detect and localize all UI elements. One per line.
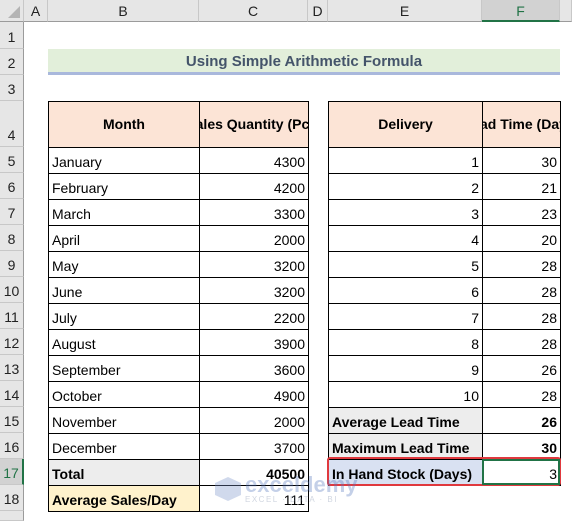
sales-quantity-cell[interactable]: 2200 (199, 303, 309, 330)
sheet-title: Using Simple Arithmetic Formula (48, 49, 560, 75)
lead-time-cell[interactable]: 26 (482, 355, 561, 382)
row-header-18[interactable]: 18 (0, 485, 24, 511)
column-header-G-partial[interactable] (560, 0, 572, 22)
column-header-D[interactable]: D (308, 0, 328, 22)
delivery-cell[interactable]: 5 (328, 251, 483, 278)
average-lead-time-label[interactable]: Average Lead Time (328, 407, 483, 434)
sales-quantity-cell[interactable]: 2000 (199, 407, 309, 434)
sales-quantity-cell[interactable]: 3900 (199, 329, 309, 356)
delivery-cell[interactable]: 4 (328, 225, 483, 252)
row-header-17[interactable]: 17 (0, 459, 24, 485)
column-header-B[interactable]: B (48, 0, 199, 22)
sales-quantity-cell[interactable]: 2000 (199, 225, 309, 252)
row-header-14[interactable]: 14 (0, 381, 24, 407)
total-value[interactable]: 40500 (199, 459, 309, 486)
select-all-corner[interactable] (0, 0, 24, 22)
month-cell[interactable]: September (48, 355, 200, 382)
month-cell[interactable]: November (48, 407, 200, 434)
lead-time-cell[interactable]: 30 (482, 147, 561, 174)
delivery-cell[interactable]: 2 (328, 173, 483, 200)
lead-time-cell[interactable]: 23 (482, 199, 561, 226)
month-cell[interactable]: July (48, 303, 200, 330)
month-cell[interactable]: April (48, 225, 200, 252)
sales-quantity-cell[interactable]: 3700 (199, 433, 309, 460)
row-header-7[interactable]: 7 (0, 199, 24, 225)
row-header-6[interactable]: 6 (0, 173, 24, 199)
row-header-3[interactable]: 3 (0, 75, 24, 101)
delivery-cell[interactable]: 10 (328, 381, 483, 408)
lead-time-cell[interactable]: 28 (482, 381, 561, 408)
delivery-cell[interactable]: 9 (328, 355, 483, 382)
row-header-5[interactable]: 5 (0, 147, 24, 173)
row-header-8[interactable]: 8 (0, 225, 24, 251)
delivery-cell[interactable]: 8 (328, 329, 483, 356)
month-cell[interactable]: March (48, 199, 200, 226)
month-cell[interactable]: December (48, 433, 200, 460)
sales-quantity-cell[interactable]: 3200 (199, 277, 309, 304)
delivery-cell[interactable]: 7 (328, 303, 483, 330)
sales-quantity-cell[interactable]: 4900 (199, 381, 309, 408)
lead-time-cell[interactable]: 20 (482, 225, 561, 252)
sales-quantity-cell[interactable]: 3200 (199, 251, 309, 278)
row-header-16[interactable]: 16 (0, 433, 24, 459)
sales-quantity-cell[interactable]: 3600 (199, 355, 309, 382)
average-sales-label[interactable]: Average Sales/Day (48, 485, 200, 512)
maximum-lead-time-value[interactable]: 30 (482, 433, 561, 460)
column-header-A[interactable]: A (24, 0, 48, 22)
maximum-lead-time-label[interactable]: Maximum Lead Time (328, 433, 483, 460)
month-cell[interactable]: January (48, 147, 200, 174)
total-label[interactable]: Total (48, 459, 200, 486)
row-header-19-partial[interactable] (0, 511, 24, 521)
in-hand-stock-value[interactable]: 3 (482, 459, 561, 486)
row-header-2[interactable]: 2 (0, 49, 24, 75)
average-lead-time-value[interactable]: 26 (482, 407, 561, 434)
row-header-15[interactable]: 15 (0, 407, 24, 433)
lead-time-cell[interactable]: 28 (482, 251, 561, 278)
delivery-cell[interactable]: 6 (328, 277, 483, 304)
header-sales-quantity[interactable]: Sales Quantity (Pcs) (199, 101, 309, 148)
row-header-10[interactable]: 10 (0, 277, 24, 303)
sales-quantity-cell[interactable]: 3300 (199, 199, 309, 226)
month-cell[interactable]: August (48, 329, 200, 356)
delivery-cell[interactable]: 3 (328, 199, 483, 226)
header-lead-time[interactable]: Lead Time (Days) (482, 101, 561, 148)
month-cell[interactable]: June (48, 277, 200, 304)
lead-time-cell[interactable]: 28 (482, 303, 561, 330)
column-header-F[interactable]: F (482, 0, 560, 22)
average-sales-value[interactable]: 111 (199, 485, 309, 512)
lead-time-cell[interactable]: 21 (482, 173, 561, 200)
row-header-4[interactable]: 4 (0, 101, 24, 147)
sales-quantity-cell[interactable]: 4200 (199, 173, 309, 200)
column-header-C[interactable]: C (199, 0, 308, 22)
in-hand-stock-label[interactable]: In Hand Stock (Days) (328, 459, 483, 486)
delivery-cell[interactable]: 1 (328, 147, 483, 174)
row-header-1[interactable]: 1 (0, 22, 24, 49)
row-header-9[interactable]: 9 (0, 251, 24, 277)
lead-time-cell[interactable]: 28 (482, 329, 561, 356)
row-header-11[interactable]: 11 (0, 303, 24, 329)
month-cell[interactable]: February (48, 173, 200, 200)
sales-quantity-cell[interactable]: 4300 (199, 147, 309, 174)
lead-time-cell[interactable]: 28 (482, 277, 561, 304)
row-header-12[interactable]: 12 (0, 329, 24, 355)
header-delivery[interactable]: Delivery (328, 101, 483, 148)
row-header-13[interactable]: 13 (0, 355, 24, 381)
month-cell[interactable]: October (48, 381, 200, 408)
month-cell[interactable]: May (48, 251, 200, 278)
column-header-E[interactable]: E (328, 0, 482, 22)
header-month[interactable]: Month (48, 101, 200, 148)
